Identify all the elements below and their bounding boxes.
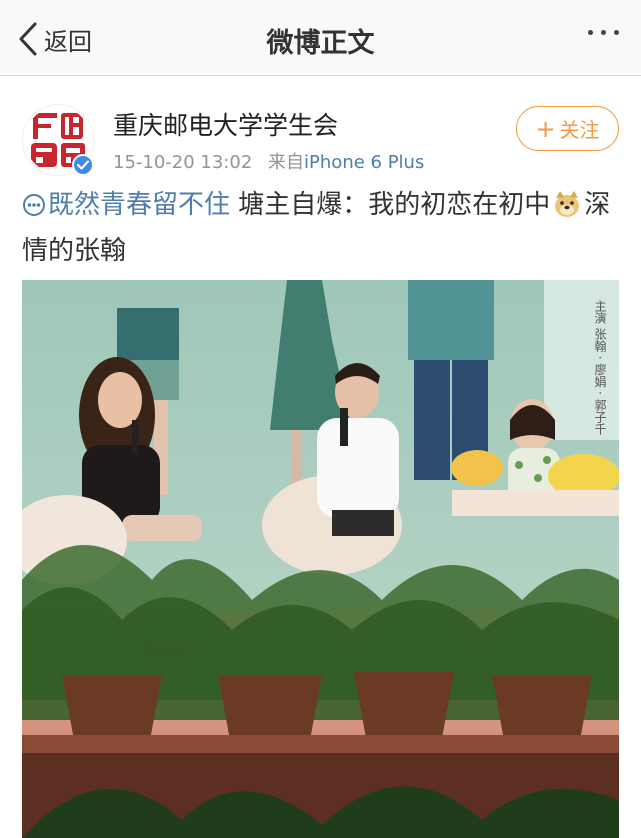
follow-label: 关注 [559, 118, 600, 142]
page-title: 微博正文 [266, 28, 375, 59]
post-text-part1: 塘主自爆：我的初恋在初中 [230, 190, 551, 220]
nav-bar: 返回 微博正文 [0, 0, 641, 76]
back-button[interactable]: 返回 [18, 21, 92, 57]
more-dots-icon[interactable] [588, 30, 619, 35]
topic-icon [22, 189, 46, 229]
author-name[interactable]: 重庆邮电大学学生会 [113, 106, 338, 142]
post-photo[interactable]: 主演 张翰 · 廖娟 · 郭子千 [22, 280, 619, 838]
back-label: 返回 [44, 27, 92, 56]
topic-link[interactable]: 既然青春留不住 [22, 190, 230, 220]
plus-icon: + [535, 114, 556, 143]
source-prefix: 来自 [268, 152, 305, 173]
post-text: 既然青春留不住 塘主自爆：我的初恋在初中 深情的张翰 [22, 185, 622, 271]
verified-badge-icon [72, 154, 94, 176]
avatar[interactable] [22, 104, 94, 176]
source-device[interactable]: iPhone 6 Plus [304, 152, 424, 173]
weibo-post: 重庆邮电大学学生会 15-10-20 13:02 来自iPhone 6 Plus… [0, 77, 641, 838]
post-time: 15-10-20 13:02 [113, 152, 253, 173]
post-meta: 15-10-20 13:02 来自iPhone 6 Plus [113, 148, 424, 174]
chevron-left-icon [18, 22, 38, 56]
poster-text: 主演 张翰 · 廖娟 · 郭子千 [593, 300, 607, 435]
topic-label: 既然青春留不住 [48, 190, 231, 220]
doge-emoji-icon [552, 189, 582, 231]
follow-button[interactable]: + 关注 [516, 106, 619, 151]
